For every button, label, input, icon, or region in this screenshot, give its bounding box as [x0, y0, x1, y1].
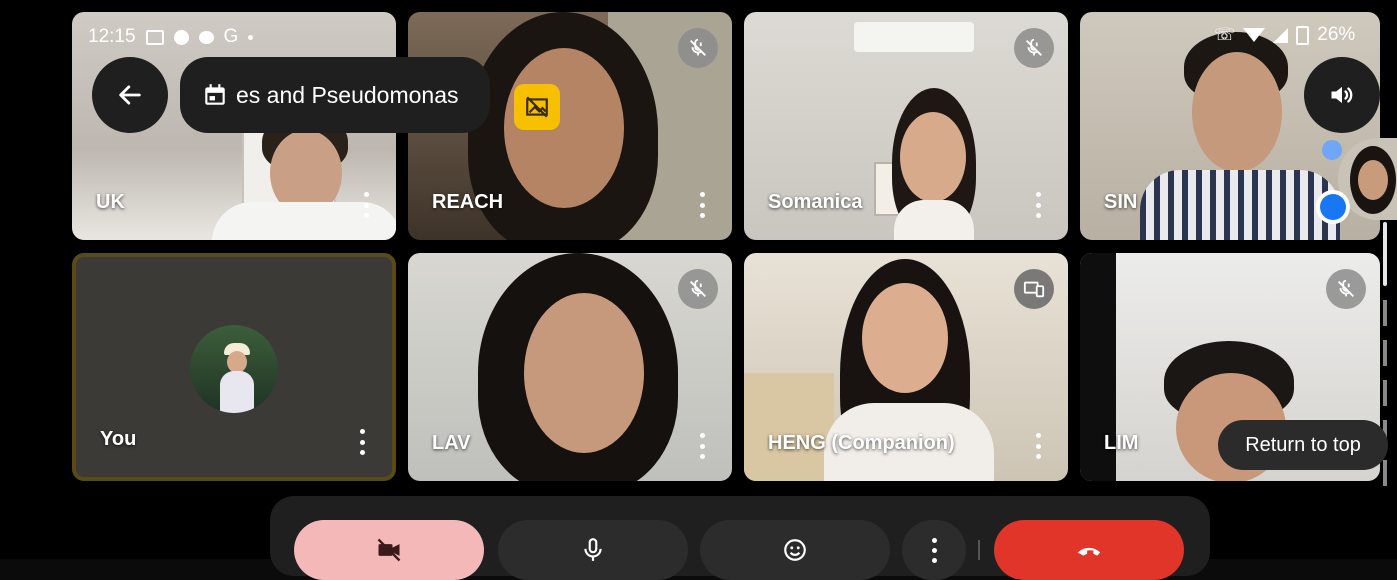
divider — [978, 540, 980, 560]
participant-tile-heng[interactable]: HENG (Companion) — [744, 253, 1068, 481]
battery-level: 26% — [1317, 24, 1356, 45]
more-options-icon[interactable] — [358, 429, 366, 455]
participant-name: REACH — [432, 191, 504, 213]
chat-head-unread-dot — [1322, 140, 1342, 160]
dot-icon — [248, 34, 254, 40]
messenger-icon — [173, 29, 189, 45]
google-icon: G — [223, 26, 239, 47]
camera-effects-badge[interactable] — [514, 84, 560, 130]
messenger-badge-icon — [1316, 190, 1350, 224]
meeting-title-pill[interactable]: es and Pseudomonas — [180, 57, 490, 133]
mic-off-icon — [678, 28, 718, 68]
mic-off-icon — [1014, 28, 1054, 68]
meeting-title: es and Pseudomonas — [236, 81, 459, 108]
participant-name: You — [100, 428, 137, 450]
participant-name: LAV — [432, 432, 471, 454]
more-options-icon[interactable] — [698, 192, 706, 218]
more-options-icon[interactable] — [1034, 433, 1042, 459]
microphone-icon — [584, 538, 602, 561]
participant-tile-you[interactable]: You — [72, 253, 396, 481]
avatar — [190, 325, 278, 413]
participant-name: Somanica — [768, 191, 863, 213]
scrollbar[interactable] — [1383, 222, 1387, 286]
speaker-icon — [1331, 86, 1353, 104]
companion-device-icon — [1014, 269, 1054, 309]
volume-button[interactable] — [1304, 57, 1380, 133]
more-options-icon[interactable] — [362, 192, 370, 218]
wifi-icon — [1243, 28, 1266, 42]
battery-icon — [1296, 25, 1310, 45]
video-icon — [145, 29, 164, 45]
emoji-icon — [784, 539, 806, 561]
arrow-back-icon — [119, 85, 141, 105]
scrollbar-track — [1383, 300, 1387, 500]
participant-tile-lav[interactable]: LAV — [408, 253, 732, 481]
reactions-button[interactable] — [700, 520, 890, 580]
clock: 12:15 — [88, 26, 136, 47]
mic-off-icon — [678, 269, 718, 309]
back-button[interactable] — [92, 57, 168, 133]
participant-name: SIN — [1104, 191, 1138, 213]
video-off-icon — [377, 538, 401, 562]
more-options-icon[interactable] — [1034, 192, 1042, 218]
status-bar-left: 12:15 G — [88, 26, 254, 48]
camera-off-button[interactable] — [294, 520, 484, 580]
no-image-icon — [526, 96, 548, 118]
calendar-icon — [205, 84, 225, 105]
meet-screen: UK REACH Somanica SIN You LAV HENG (Comp… — [0, 0, 1397, 580]
chat-icon — [198, 30, 214, 44]
more-options-button[interactable] — [902, 520, 966, 580]
return-to-top-button[interactable]: Return to top — [1218, 420, 1388, 470]
mic-off-icon — [1326, 269, 1366, 309]
wifi-call-icon: ☏ — [1214, 25, 1236, 44]
return-to-top-label: Return to top — [1245, 433, 1361, 456]
status-bar-right: ☏ 26% — [1214, 24, 1355, 46]
call-end-icon — [1077, 547, 1101, 556]
participant-tile-somanica[interactable]: Somanica — [744, 12, 1068, 240]
more-options-icon[interactable] — [698, 433, 706, 459]
participant-name: HENG (Companion) — [768, 432, 955, 454]
participant-name: LIM — [1104, 432, 1139, 454]
end-call-button[interactable] — [994, 520, 1184, 580]
signal-icon — [1273, 27, 1289, 43]
microphone-button[interactable] — [498, 520, 688, 580]
participant-name: UK — [96, 191, 125, 213]
